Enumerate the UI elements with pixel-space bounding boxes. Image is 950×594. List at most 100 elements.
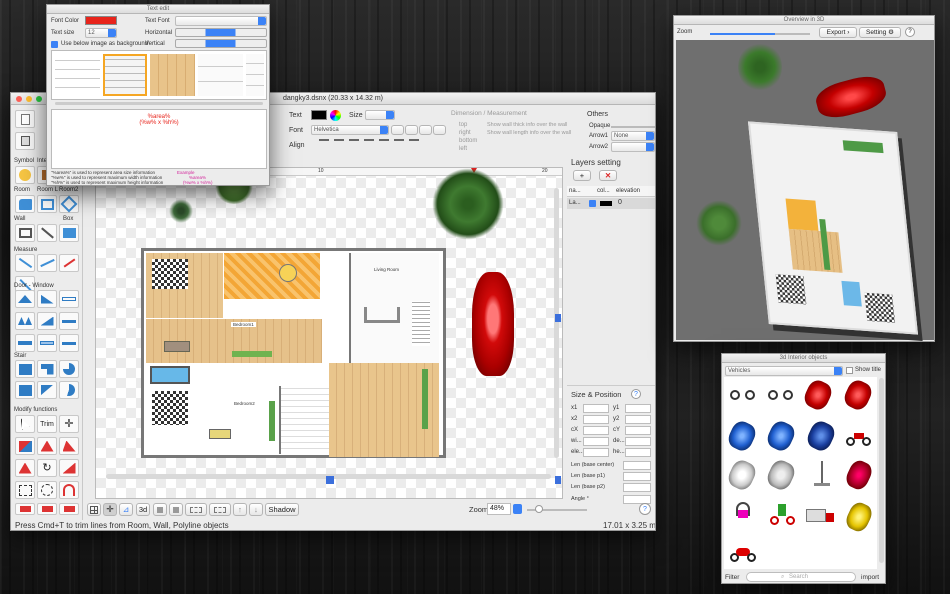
object-bicycle-2[interactable] — [766, 382, 796, 404]
depth-input[interactable] — [625, 437, 651, 446]
len-p2-input[interactable] — [623, 483, 651, 492]
text-size-select[interactable]: 12 — [85, 28, 117, 38]
object-truck[interactable] — [806, 507, 836, 527]
shadow-button[interactable]: Shadow — [265, 503, 299, 516]
texture-scroll[interactable] — [55, 102, 263, 105]
drawing-canvas[interactable]: 10 20 Bedroom1 Living Room Bedroom2 — [95, 167, 563, 499]
modify-tool-5[interactable] — [37, 437, 57, 455]
modify-tool-10[interactable] — [15, 481, 35, 499]
object-blue-car-2[interactable] — [764, 418, 798, 454]
object-bicycle-1[interactable] — [728, 382, 758, 404]
cx-input[interactable] — [583, 426, 609, 435]
height-input[interactable] — [625, 448, 651, 457]
stair-tool-2[interactable] — [37, 360, 57, 378]
angle-snap-button[interactable]: ⊿ — [119, 503, 133, 516]
width-input[interactable] — [583, 437, 609, 446]
modify-tool-15[interactable] — [59, 503, 79, 515]
elevation-input[interactable] — [583, 448, 609, 457]
valign-7-button[interactable] — [409, 139, 419, 145]
stair-tool-1[interactable] — [15, 360, 35, 378]
group-button[interactable] — [185, 503, 207, 516]
object-blue-car-1[interactable] — [725, 418, 759, 454]
object-white-car-1[interactable] — [725, 457, 759, 493]
box-tool-button[interactable] — [59, 224, 79, 242]
modify-tool-12[interactable] — [59, 481, 79, 499]
valign-6-button[interactable] — [394, 139, 404, 145]
door-tool-1[interactable] — [15, 290, 35, 308]
copy-tool-button[interactable] — [15, 132, 35, 150]
valign-3-button[interactable] — [349, 139, 359, 145]
valign-1-button[interactable] — [319, 139, 329, 145]
wall-tool-button[interactable] — [15, 224, 35, 242]
y1-input[interactable] — [625, 404, 651, 413]
modify-tool-14[interactable] — [37, 503, 57, 515]
font-select[interactable]: Helvetica — [311, 125, 389, 135]
align-justify-button[interactable] — [433, 125, 446, 135]
zoom-slider-knob[interactable] — [535, 505, 543, 513]
line-tool-button[interactable] — [37, 224, 57, 242]
object-white-car-2[interactable] — [764, 457, 798, 493]
zoom-value-field[interactable]: 48% — [487, 503, 511, 515]
object-stroller[interactable] — [732, 502, 754, 528]
room-tool-button[interactable] — [15, 195, 35, 213]
handle-corner-icon[interactable] — [555, 476, 561, 484]
object-red-car-2[interactable] — [841, 377, 875, 413]
texture-wood[interactable] — [150, 54, 195, 96]
trim-tool-button[interactable]: Trim — [37, 415, 57, 433]
door-tool-2[interactable] — [37, 290, 57, 308]
setting-button[interactable]: Setting ⚙ — [859, 27, 901, 38]
3d-viewport[interactable] — [676, 40, 934, 340]
show-title-checkbox[interactable] — [846, 367, 853, 374]
smiley-symbol-button[interactable] — [15, 166, 35, 184]
horizontal-align-group[interactable] — [175, 28, 267, 37]
color-wheel-icon[interactable] — [330, 110, 341, 121]
align-right-button[interactable] — [419, 125, 432, 135]
close-window-button[interactable] — [16, 96, 22, 102]
modify-tool-7[interactable] — [15, 459, 35, 477]
valign-4-button[interactable] — [364, 139, 374, 145]
minimize-window-button[interactable] — [26, 96, 32, 102]
export-button[interactable]: Export › — [819, 27, 857, 38]
modify-tool-9[interactable] — [59, 459, 79, 477]
rotate-tool-button[interactable]: ↻ — [37, 459, 57, 477]
texture-partial[interactable] — [246, 54, 264, 96]
stair-tool-6[interactable] — [59, 381, 79, 399]
file-tool-button[interactable] — [15, 110, 35, 128]
size-help-button[interactable]: ? — [631, 389, 641, 399]
object-red-car-1[interactable] — [801, 377, 835, 413]
font-color-swatch[interactable] — [85, 16, 117, 25]
modify-tool-4[interactable] — [15, 437, 35, 455]
object-blue-car-3[interactable] — [804, 418, 838, 454]
stair-tool-3[interactable] — [59, 360, 79, 378]
grid-button[interactable] — [87, 503, 101, 516]
text-font-select[interactable] — [175, 16, 267, 26]
room-l-tool-button[interactable] — [37, 195, 57, 213]
door-tool-6[interactable] — [59, 312, 79, 330]
objects-search-input[interactable]: ⌕ Search — [746, 572, 856, 582]
door-tool-7[interactable] — [15, 334, 35, 352]
floor-plan[interactable]: Bedroom1 Living Room Bedroom2 — [141, 248, 446, 458]
background-checkbox[interactable] — [51, 41, 58, 48]
import-button[interactable]: import — [861, 574, 879, 581]
dim-option-2[interactable]: Show wall length info over the wall — [487, 130, 571, 136]
delete-layer-button[interactable]: ✕ — [599, 170, 617, 181]
door-tool-9[interactable] — [59, 334, 79, 352]
handle-bottom-icon[interactable] — [326, 476, 334, 484]
door-tool-8[interactable] — [37, 334, 57, 352]
modify-tool-11[interactable] — [37, 481, 57, 499]
object-red-car-3[interactable] — [843, 457, 875, 493]
valign-5-button[interactable] — [379, 139, 389, 145]
layer-color-swatch[interactable] — [600, 201, 612, 206]
measure-tool-1[interactable] — [15, 254, 35, 272]
unlock-button[interactable] — [169, 503, 183, 516]
texture-white-tiles[interactable] — [55, 54, 100, 96]
dim-option-1[interactable]: Show wall thick info over the wall — [487, 122, 567, 128]
measure-tool-3[interactable] — [59, 254, 79, 272]
opaque-slider[interactable] — [611, 126, 655, 128]
add-layer-button[interactable]: + — [573, 170, 591, 181]
x2-input[interactable] — [583, 415, 609, 424]
measure-tool-2[interactable] — [37, 254, 57, 272]
layer-row[interactable]: La... 0 — [567, 198, 655, 209]
object-tricycle[interactable] — [768, 502, 798, 528]
text-color-swatch[interactable] — [311, 110, 327, 120]
